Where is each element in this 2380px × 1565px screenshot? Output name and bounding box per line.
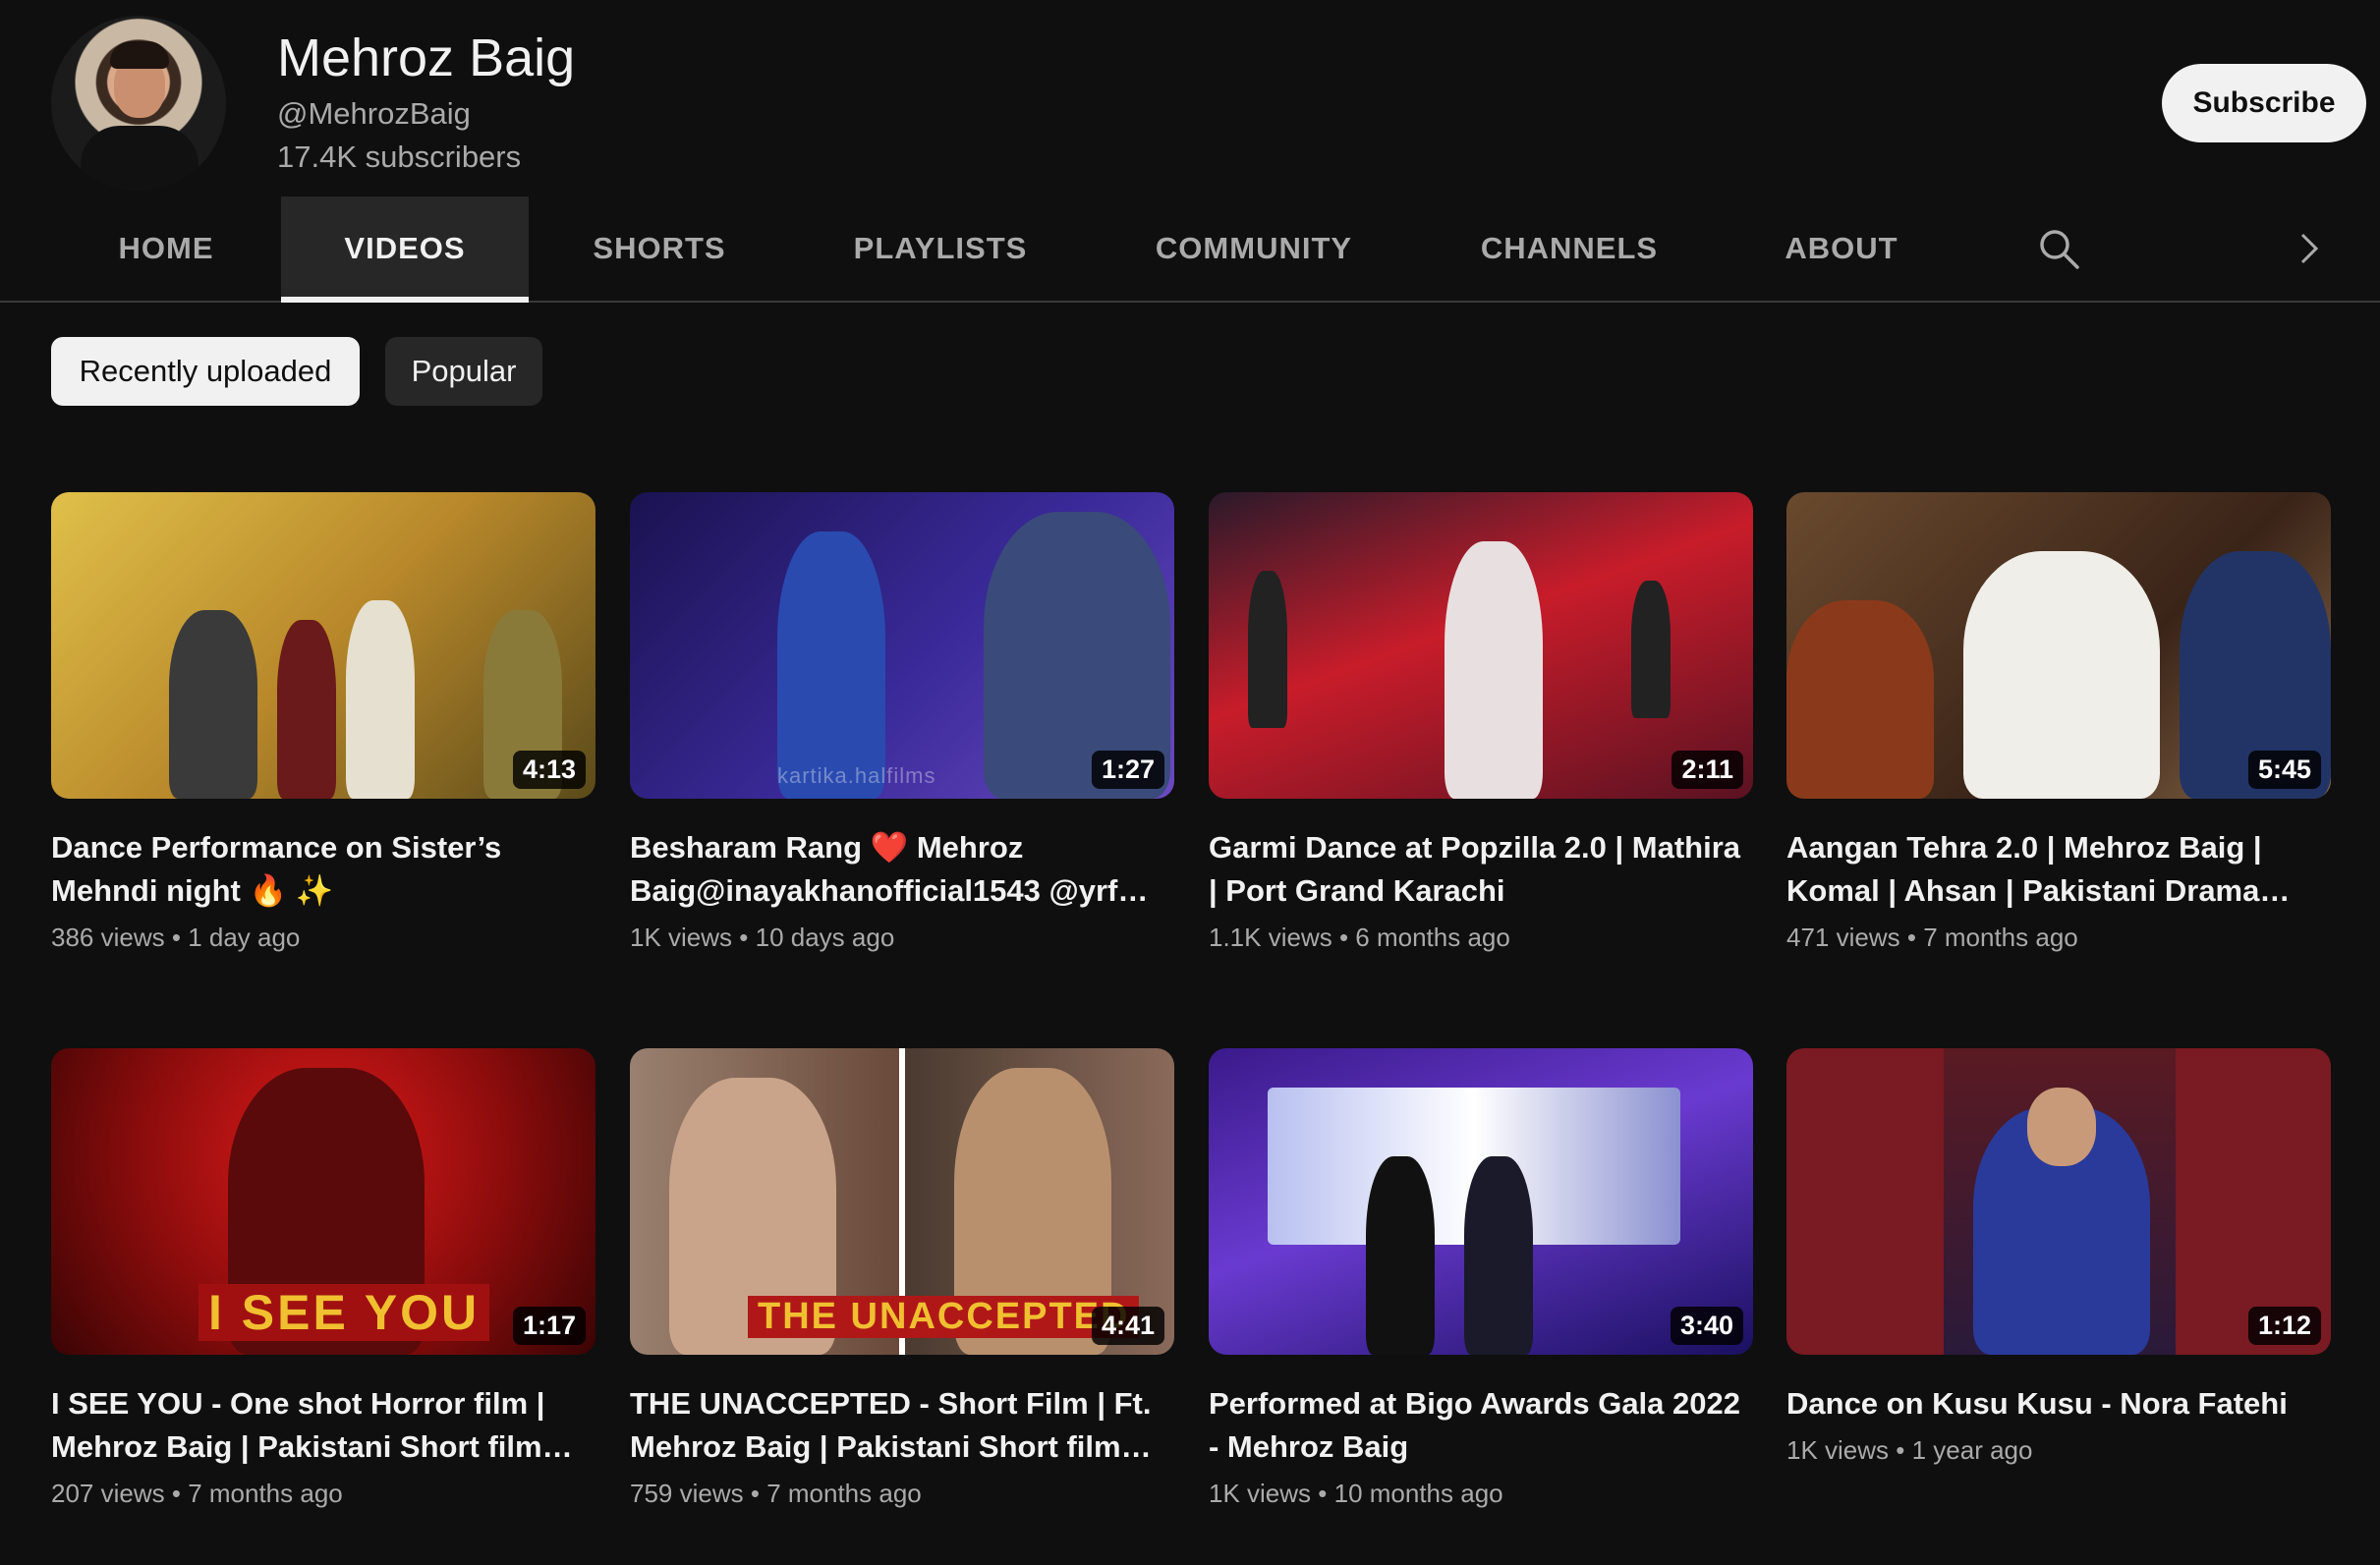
video-thumbnail[interactable]: 1:12 (1786, 1048, 2331, 1355)
video-meta: 1.1K views • 6 months ago (1209, 922, 1510, 952)
video-thumbnail[interactable]: 3:40 (1209, 1048, 1753, 1355)
video-thumbnail[interactable]: 5:45 (1786, 492, 2331, 799)
video-thumbnail[interactable]: 2:11 (1209, 492, 1753, 799)
chip-recently-uploaded[interactable]: Recently uploaded (51, 337, 360, 406)
tab-videos[interactable]: VIDEOS (281, 196, 529, 303)
video-title[interactable]: Besharam Rang ❤️ Mehroz Baig@inayakhanof… (630, 826, 1174, 913)
chevron-right-icon[interactable] (2290, 226, 2329, 271)
video-meta: 1K views • 10 months ago (1209, 1479, 1503, 1508)
video-title[interactable]: THE UNACCEPTED - Short Film | Ft. Mehroz… (630, 1382, 1174, 1469)
video-meta: 759 views • 7 months ago (630, 1479, 922, 1508)
chip-popular[interactable]: Popular (385, 337, 542, 406)
tab-community[interactable]: COMMUNITY (1140, 196, 1368, 301)
video-thumbnail[interactable]: kartika.halfilms 1:27 (630, 492, 1174, 799)
video-thumbnail[interactable]: I SEE YOU 1:17 (51, 1048, 595, 1355)
watermark: kartika.halfilms (777, 763, 936, 788)
video-card[interactable]: 5:45 Aangan Tehra 2.0 | Mehroz Baig | Ko… (1786, 492, 2331, 953)
channel-header: Mehroz Baig @MehrozBaig 17.4K subscriber… (51, 16, 2366, 193)
video-card[interactable]: THE UNACCEPTED 4:41 THE UNACCEPTED - Sho… (630, 1048, 1174, 1509)
video-card[interactable]: 2:11 Garmi Dance at Popzilla 2.0 | Mathi… (1209, 492, 1753, 953)
video-meta: 1K views • 1 year ago (1786, 1435, 2033, 1465)
video-duration: 4:13 (512, 751, 586, 789)
video-card[interactable]: I SEE YOU 1:17 I SEE YOU - One shot Horr… (51, 1048, 595, 1509)
video-title[interactable]: Aangan Tehra 2.0 | Mehroz Baig | Komal |… (1786, 826, 2331, 913)
video-card[interactable]: 3:40 Performed at Bigo Awards Gala 2022 … (1209, 1048, 1753, 1509)
video-meta: 1K views • 10 days ago (630, 922, 895, 952)
subscriber-count: 17.4K subscribers (277, 140, 522, 174)
video-duration: 1:17 (512, 1307, 586, 1345)
video-thumbnail[interactable]: 4:13 (51, 492, 595, 799)
video-title[interactable]: Dance on Kusu Kusu - Nora Fatehi (1786, 1382, 2331, 1425)
search-icon[interactable] (2036, 226, 2081, 271)
tab-channels[interactable]: CHANNELS (1468, 196, 1671, 301)
video-card[interactable]: 4:13 Dance Performance on Sister’s Mehnd… (51, 492, 595, 953)
tab-about[interactable]: ABOUT (1775, 196, 1908, 301)
video-meta: 471 views • 7 months ago (1786, 922, 2078, 952)
channel-handle: @MehrozBaig (277, 96, 471, 131)
tab-playlists[interactable]: PLAYLISTS (831, 196, 1049, 301)
video-meta: 386 views • 1 day ago (51, 922, 301, 952)
video-title[interactable]: Dance Performance on Sister’s Mehndi nig… (51, 826, 595, 913)
video-duration: 2:11 (1672, 751, 1743, 789)
thumbnail-caption: THE UNACCEPTED (748, 1296, 1140, 1338)
subscribe-button[interactable]: Subscribe (2162, 64, 2366, 142)
video-duration: 4:41 (1091, 1307, 1164, 1345)
video-meta: 207 views • 7 months ago (51, 1479, 343, 1508)
video-thumbnail[interactable]: THE UNACCEPTED 4:41 (630, 1048, 1174, 1355)
video-card[interactable]: 1:12 Dance on Kusu Kusu - Nora Fatehi 1K… (1786, 1048, 2331, 1466)
tab-home[interactable]: HOME (85, 196, 248, 301)
video-title[interactable]: Performed at Bigo Awards Gala 2022 - Meh… (1209, 1382, 1753, 1469)
video-duration: 3:40 (1670, 1307, 1743, 1345)
channel-avatar[interactable] (51, 16, 226, 191)
tab-shorts[interactable]: SHORTS (570, 196, 749, 301)
channel-tabs: HOME VIDEOS SHORTS PLAYLISTS COMMUNITY C… (0, 196, 2380, 303)
video-title[interactable]: Garmi Dance at Popzilla 2.0 | Mathira | … (1209, 826, 1753, 913)
video-duration: 1:27 (1091, 751, 1164, 789)
avatar-hair (110, 41, 169, 69)
video-title[interactable]: I SEE YOU - One shot Horror film | Mehro… (51, 1382, 595, 1469)
avatar-shirt (81, 126, 198, 191)
video-duration: 1:12 (2247, 1307, 2321, 1345)
video-duration: 5:45 (2247, 751, 2321, 789)
video-card[interactable]: kartika.halfilms 1:27 Besharam Rang ❤️ M… (630, 492, 1174, 953)
thumbnail-caption: I SEE YOU (198, 1284, 490, 1341)
channel-name: Mehroz Baig (277, 28, 576, 87)
